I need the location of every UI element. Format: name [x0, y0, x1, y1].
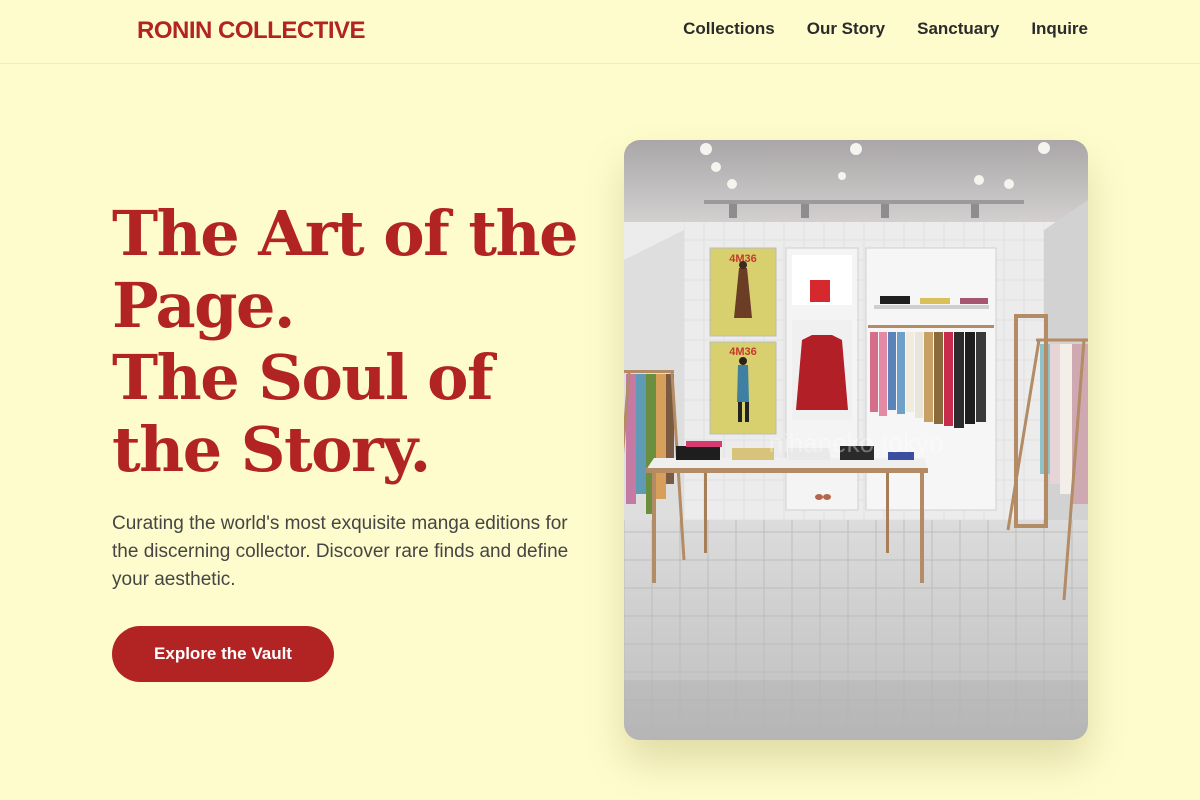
brand-logo[interactable]: RONIN COLLECTIVE — [137, 17, 366, 45]
nav-link-sanctuary[interactable]: Sanctuary — [917, 19, 999, 39]
main-nav: Collections Our Story Sanctuary Inquire — [683, 19, 1088, 39]
poster-label: 4M36 — [729, 346, 757, 358]
nav-link-collections[interactable]: Collections — [683, 19, 775, 39]
hero-title: The Art of the Page. The Soul of the Sto… — [112, 198, 592, 486]
boutique-interior-photo: 4M36 4M36 nihaneko.tokyo — [624, 140, 1088, 740]
hero-title-line: The Art of the — [112, 197, 579, 270]
hero-title-line: the Story. — [112, 413, 431, 486]
hero-title-line: Page. — [112, 269, 296, 342]
nav-link-inquire[interactable]: Inquire — [1031, 19, 1088, 39]
nav-link-our-story[interactable]: Our Story — [807, 19, 885, 39]
explore-vault-button[interactable]: Explore the Vault — [112, 626, 334, 682]
hero-image: 4M36 4M36 nihaneko.tokyo — [624, 140, 1088, 740]
hero-title-line: The Soul of — [112, 341, 494, 414]
navbar: RONIN COLLECTIVE Collections Our Story S… — [0, 0, 1200, 64]
image-watermark: nihaneko.tokyo — [769, 428, 944, 458]
hero-subtitle: Curating the world's most exquisite mang… — [112, 513, 569, 590]
